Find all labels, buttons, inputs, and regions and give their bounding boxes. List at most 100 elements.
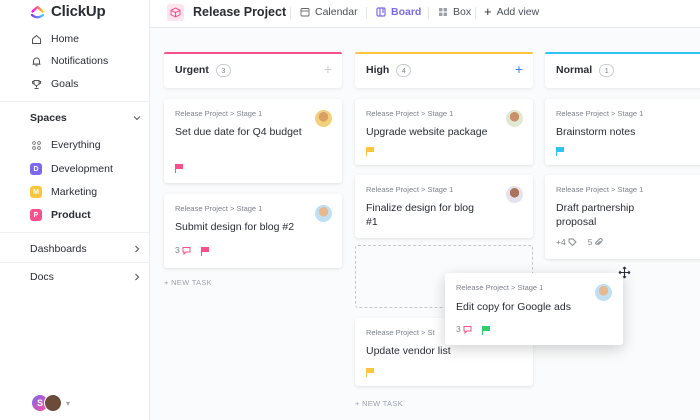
trophy-icon — [30, 78, 42, 90]
comment-icon[interactable] — [182, 246, 191, 255]
board-icon — [376, 7, 386, 17]
new-task-button[interactable]: + NEW TASK — [164, 278, 212, 287]
home-icon — [30, 33, 42, 45]
add-view-button[interactable]: + Add view — [484, 4, 540, 19]
space-marketing[interactable]: M Marketing — [30, 186, 97, 198]
add-task-plus-icon[interactable]: + — [515, 62, 523, 76]
paperclip-icon[interactable] — [594, 237, 604, 247]
dashboards-header[interactable]: Dashboards — [30, 243, 142, 255]
space-everything[interactable]: Everything — [30, 139, 101, 151]
task-meta — [366, 368, 374, 377]
column-title: Urgent — [175, 64, 209, 76]
task-meta — [556, 147, 564, 156]
spaces-title: Spaces — [30, 112, 67, 124]
task-card[interactable]: Release Project > Stage 1 Set due date f… — [164, 99, 342, 183]
nav-notifications[interactable]: Notifications — [30, 55, 108, 67]
plus-icon: + — [484, 4, 492, 19]
tag-count: +4 — [556, 237, 566, 247]
spaces-header[interactable]: Spaces — [30, 112, 142, 124]
brand-name: ClickUp — [51, 3, 106, 20]
nav-notifications-label: Notifications — [51, 55, 109, 67]
tab-calendar[interactable]: Calendar — [300, 6, 358, 18]
new-task-button[interactable]: + NEW TASK — [355, 399, 403, 408]
column-normal-header[interactable]: Normal 1 — [545, 52, 700, 88]
nav-goals-label: Goals — [51, 78, 79, 90]
column-color-bar — [355, 52, 533, 54]
task-card[interactable]: Release Project > Stage 1 Submit design … — [164, 194, 342, 268]
space-badge: D — [30, 163, 42, 175]
task-meta: 3 — [175, 245, 209, 256]
priority-flag-icon[interactable] — [175, 164, 183, 173]
column-urgent-header[interactable]: Urgent 3 + — [164, 52, 342, 88]
sidebar: ClickUp Home Notifications Goals Spaces — [0, 0, 150, 420]
clickup-logo-icon — [30, 5, 45, 19]
task-card[interactable]: Release Project > Stage 1 Draft partners… — [545, 175, 700, 259]
add-task-plus-icon[interactable]: + — [324, 62, 332, 76]
toolbar-divider — [366, 7, 367, 19]
chevron-down-icon[interactable] — [132, 113, 142, 123]
toolbar-divider — [428, 7, 429, 19]
tag-icon[interactable] — [568, 238, 577, 247]
comment-count: 3 — [175, 245, 180, 255]
priority-flag-icon[interactable] — [556, 147, 564, 156]
chevron-right-icon[interactable] — [132, 244, 142, 254]
dashboards-label: Dashboards — [30, 243, 87, 255]
priority-flag-icon[interactable] — [481, 325, 490, 335]
space-product[interactable]: P Product — [30, 209, 91, 221]
page-title: Release Project — [193, 5, 287, 19]
priority-flag-icon[interactable] — [366, 147, 374, 156]
toolbar-divider — [475, 7, 476, 19]
space-development[interactable]: D Development — [30, 163, 113, 175]
space-label: Marketing — [51, 186, 98, 198]
column-high-header[interactable]: High 4 + — [355, 52, 533, 88]
clickup-logo[interactable]: ClickUp — [30, 3, 106, 20]
tab-box[interactable]: Box — [438, 6, 471, 18]
assignee-avatar[interactable] — [315, 110, 332, 127]
cube-icon — [167, 4, 184, 21]
assignee-avatar[interactable] — [506, 186, 523, 203]
chevron-right-icon[interactable] — [132, 272, 142, 282]
priority-flag-icon[interactable] — [200, 246, 209, 256]
task-meta — [175, 164, 183, 173]
space-badge: P — [30, 209, 42, 221]
space-label: Product — [51, 209, 91, 221]
sidebar-divider — [0, 101, 150, 102]
task-title: Brainstorm notes — [556, 126, 636, 138]
task-meta — [366, 147, 374, 156]
docs-header[interactable]: Docs — [30, 271, 142, 283]
calendar-icon — [300, 8, 310, 17]
task-card[interactable]: Release Project > Stage 1 Upgrade websit… — [355, 99, 533, 165]
assignee-avatar[interactable] — [595, 284, 612, 301]
task-card[interactable]: Release Project > Stage 1 Brainstorm not… — [545, 99, 700, 165]
column-color-bar — [545, 52, 700, 54]
column-color-bar — [164, 52, 342, 54]
bell-icon — [30, 55, 42, 67]
task-breadcrumb: Release Project > Stage 1 — [366, 109, 454, 118]
comment-icon[interactable] — [463, 325, 472, 334]
docs-label: Docs — [30, 271, 54, 283]
task-breadcrumb: Release Project > Stage 1 — [175, 204, 263, 213]
sidebar-divider — [0, 232, 150, 233]
nav-home[interactable]: Home — [30, 33, 79, 45]
column-count: 1 — [599, 63, 615, 77]
add-view-label: Add view — [496, 6, 540, 18]
task-title: Submit design for blog #2 — [175, 221, 295, 233]
priority-flag-icon[interactable] — [366, 368, 374, 377]
topbar: Release Project Calendar Board Box + Add… — [150, 0, 700, 28]
task-title: Set due date for Q4 budget — [175, 126, 302, 138]
dragging-task-card[interactable]: Release Project > Stage 1 Edit copy for … — [445, 273, 623, 345]
task-breadcrumb: Release Project > Stage 1 — [556, 109, 644, 118]
tab-box-label: Box — [453, 6, 472, 18]
nav-goals[interactable]: Goals — [30, 78, 78, 90]
tab-board[interactable]: Board — [376, 6, 421, 18]
box-view-icon — [439, 8, 447, 16]
space-everything-label: Everything — [51, 139, 101, 151]
assignee-avatar[interactable] — [506, 110, 523, 127]
user-menu[interactable]: S ▾ — [31, 394, 70, 412]
assignee-avatar[interactable] — [315, 205, 332, 222]
task-title: Update vendor list — [366, 345, 451, 357]
nav-home-label: Home — [51, 33, 80, 45]
column-count: 3 — [215, 63, 231, 77]
app-root: ClickUp Home Notifications Goals Spaces — [0, 0, 700, 420]
task-card[interactable]: Release Project > Stage 1 Finalize desig… — [355, 175, 533, 238]
